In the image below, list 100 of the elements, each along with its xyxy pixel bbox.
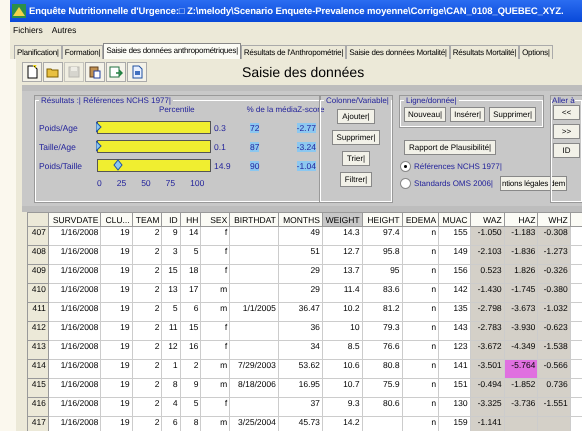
column-header[interactable]: EDEMA (402, 212, 439, 226)
row-number[interactable]: 416 (28, 398, 48, 416)
radio-button[interactable] (400, 161, 411, 172)
table-cell: 49 (278, 226, 322, 246)
table-cell: m (200, 378, 230, 398)
table-cell: -1.050 (470, 226, 504, 246)
row-number[interactable]: 414 (28, 360, 48, 378)
table-cell: 80.6 (362, 398, 402, 416)
z-score: -2.77 (296, 122, 316, 132)
group-title: Aller à (552, 96, 575, 105)
column-header[interactable]: BIRTHDAT (230, 212, 278, 226)
table-cell: m (200, 302, 230, 322)
tab[interactable]: Saisie des données Mortalité| (346, 45, 450, 59)
table-cell: 12.7 (322, 246, 362, 264)
table-cell: 8.5 (322, 340, 362, 360)
row-number[interactable]: 412 (28, 322, 48, 340)
row-number[interactable]: 410 (28, 284, 48, 302)
percentile-value: 0.3 (213, 122, 227, 132)
column-header[interactable]: HAZ (504, 212, 538, 226)
row-number[interactable]: 409 (28, 264, 48, 284)
row-button[interactable]: Nouveau| (404, 107, 446, 122)
row-button[interactable]: Insérer| (450, 107, 486, 122)
column-button[interactable]: Ajouter| (337, 109, 375, 124)
column-button[interactable]: Trier| (342, 151, 370, 166)
group-title: Résultats :| Références NCHS 1977| (40, 96, 172, 105)
table-cell: 142 (438, 284, 470, 302)
table-cell: -1.538 (538, 340, 570, 360)
navigation-button[interactable]: ID (553, 143, 580, 158)
column-header[interactable]: HH (180, 212, 201, 226)
table-cell: 1/1/2005 (230, 302, 278, 322)
group-title: Ligne/donnée| (405, 96, 458, 105)
radio-button[interactable] (400, 178, 411, 189)
row-number[interactable]: 413 (28, 340, 48, 360)
row-number[interactable]: 407 (28, 226, 48, 246)
navigation-button[interactable]: >> (553, 124, 580, 139)
table-cell: n (402, 360, 439, 378)
column-header[interactable]: WHZ (538, 212, 570, 226)
column-header[interactable]: MUAC (438, 212, 470, 226)
indicator-label: Poids/Age (39, 122, 79, 132)
column-header[interactable]: TEAM (132, 212, 162, 226)
table-cell: -3.930 (504, 322, 538, 340)
table-cell: -1.836 (504, 246, 538, 264)
open-icon[interactable] (43, 62, 63, 82)
export-icon[interactable] (106, 62, 126, 82)
new-icon[interactable] (22, 62, 42, 82)
column-header[interactable]: ID (162, 212, 180, 226)
table-cell: 1.826 (504, 264, 538, 284)
column-header[interactable]: HEIGHT (362, 212, 402, 226)
tab[interactable]: Saisie des données anthropométriques| (103, 43, 241, 59)
column-header[interactable]: WAZ (470, 212, 504, 226)
table-cell: 123 (438, 340, 470, 360)
column-header[interactable]: MONTHS (278, 212, 322, 226)
row-button[interactable]: Supprimer| (489, 107, 536, 122)
table-cell: 83.6 (362, 284, 402, 302)
row-number[interactable]: 411 (28, 302, 48, 322)
menu-item[interactable]: Fichiers (13, 24, 43, 34)
paste-icon[interactable] (85, 62, 105, 82)
table-cell: -1.745 (504, 284, 538, 302)
row-number[interactable]: 415 (28, 378, 48, 398)
table-cell: n (402, 246, 439, 264)
table-cell: f (200, 340, 230, 360)
column-header[interactable]: SEX (200, 212, 230, 226)
table-cell: 19 (100, 264, 132, 284)
table-cell: 76.6 (362, 340, 402, 360)
document-icon[interactable] (127, 62, 147, 82)
percentile-value: 0.1 (213, 142, 227, 152)
tab[interactable]: Formation| (62, 45, 104, 59)
table-cell: 19 (100, 322, 132, 340)
column-header[interactable]: WEIGHT (322, 212, 362, 226)
table-cell: n (402, 284, 439, 302)
row-number[interactable]: 408 (28, 246, 48, 264)
table-cell: 19 (100, 246, 132, 264)
tab[interactable]: Options| (519, 45, 553, 59)
table-cell: 13.7 (322, 264, 362, 284)
table-cell: 12 (162, 340, 180, 360)
column-label: Percentile (159, 105, 195, 116)
navigation-button[interactable]: << (553, 105, 580, 120)
table-cell: n (402, 302, 439, 322)
table-cell: 19 (100, 360, 132, 378)
table-cell: 13 (162, 284, 180, 302)
z-score: -3.24 (296, 142, 316, 152)
table-cell: -2.103 (470, 246, 504, 264)
plausibility-button[interactable]: Rapport de Plausibilité| (404, 140, 496, 155)
row-number[interactable]: 417 (28, 416, 48, 431)
menu-item[interactable]: Autres (52, 24, 76, 34)
tab[interactable]: Planification| (14, 45, 62, 59)
column-button[interactable]: Filtrer| (340, 172, 372, 187)
table-cell: 2 (132, 226, 162, 246)
table-cell: 2 (132, 302, 162, 322)
table-cell: 37 (278, 398, 322, 416)
table-cell: -1.430 (470, 284, 504, 302)
table-cell: f (200, 322, 230, 340)
table-cell: 17 (180, 284, 201, 302)
column-button[interactable]: Supprimer| (332, 130, 380, 145)
radio-label[interactable]: Références NCHS 1977| (414, 162, 502, 171)
tab[interactable]: Résultats de l'Anthropométrie| (240, 45, 346, 59)
column-header[interactable]: SURVDATE (48, 212, 101, 226)
tab[interactable]: Résultats Mortalité| (450, 45, 520, 59)
radio-label[interactable]: Standards OMS 2006| (414, 179, 494, 188)
column-header[interactable]: CLU... (100, 212, 132, 226)
